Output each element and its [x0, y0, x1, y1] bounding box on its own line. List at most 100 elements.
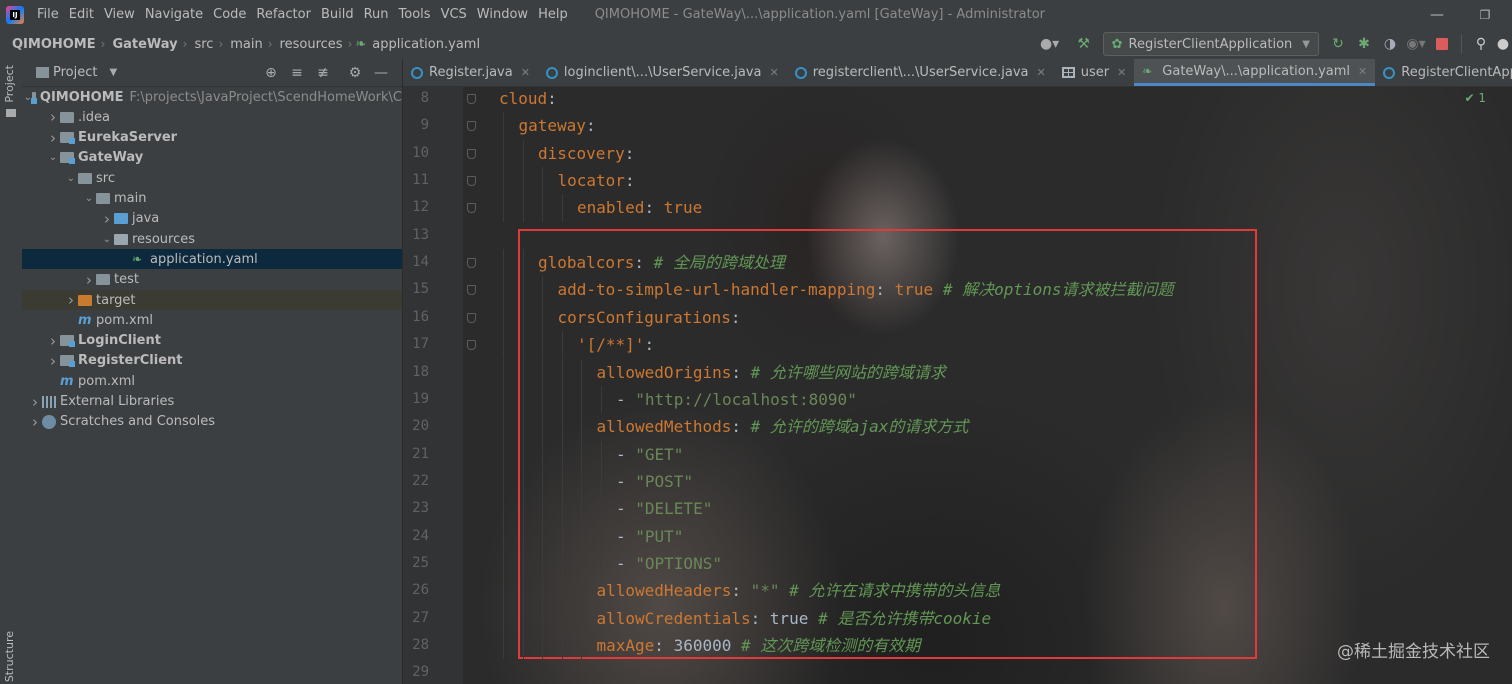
fold-marker-icon[interactable]: [467, 121, 476, 132]
stop-icon[interactable]: [1431, 33, 1453, 55]
tree-node[interactable]: › RegisterClient: [22, 351, 402, 371]
chevron-right-icon[interactable]: ›: [46, 352, 60, 370]
breadcrumb-item[interactable]: QIMOHOME: [8, 37, 98, 52]
restore-button[interactable]: ❐: [1462, 0, 1508, 29]
close-tab-icon[interactable]: ✕: [1036, 66, 1045, 79]
minimize-button[interactable]: —: [1414, 0, 1460, 29]
tree-node[interactable]: › Scratches and Consoles: [22, 412, 402, 432]
tree-node[interactable]: ⌄ resources: [22, 229, 402, 249]
menu-item-edit[interactable]: Edit: [64, 7, 99, 22]
code-token: :: [585, 116, 596, 136]
tree-node[interactable]: ⌄ GateWay: [22, 148, 402, 168]
breadcrumb-item[interactable]: GateWay: [108, 37, 179, 52]
chevron-right-icon[interactable]: ›: [28, 413, 42, 431]
menu-item-view[interactable]: View: [99, 7, 140, 22]
profile-icon[interactable]: ◉▾: [1405, 33, 1427, 55]
chevron-down-icon[interactable]: ⌄: [46, 152, 60, 163]
chevron-down-icon[interactable]: ⌄: [100, 234, 114, 245]
menu-item-navigate[interactable]: Navigate: [140, 7, 208, 22]
menu-item-build[interactable]: Build: [316, 7, 359, 22]
tree-node[interactable]: ❧ application.yaml: [22, 249, 402, 270]
run-configuration-select[interactable]: ✿ RegisterClientApplication ▼: [1102, 32, 1319, 56]
editor-tab[interactable]: loginclient\...\UserService.java ✕: [538, 59, 787, 86]
code-editor[interactable]: 8 9 10 11 12 13 14 15 16 17 18 19 20 21 22 23 24 25 26 27 28…: [403, 87, 1512, 684]
close-tab-icon[interactable]: ✕: [770, 66, 779, 79]
tree-node[interactable]: › External Libraries: [22, 392, 402, 412]
tree-node[interactable]: › LoginClient: [22, 331, 402, 351]
menu-item-file[interactable]: File: [32, 7, 64, 22]
tree-node[interactable]: m pom.xml: [22, 371, 402, 391]
tree-node[interactable]: ⌄ main: [22, 189, 402, 209]
fold-marker-icon[interactable]: [467, 312, 476, 323]
inspection-status[interactable]: ✔ 1: [1464, 91, 1486, 105]
fold-marker-icon[interactable]: [467, 148, 476, 159]
tree-node[interactable]: › target: [22, 290, 402, 310]
tree-node[interactable]: ⌄ QIMOHOME F:\projects\JavaProject\ScendHo…: [22, 87, 402, 107]
tree-node[interactable]: ⌄ src: [22, 168, 402, 188]
chevron-right-icon[interactable]: ›: [28, 393, 42, 411]
settings-icon[interactable]: ⚙: [342, 65, 368, 81]
menu-item-code[interactable]: Code: [208, 7, 251, 22]
fold-marker-icon[interactable]: [467, 258, 476, 269]
editor-tab[interactable]: registerclient\...\UserService.java ✕: [787, 59, 1054, 86]
menu-bar: IJ File Edit View Navigate Code Refactor Build…: [0, 0, 1512, 29]
menu-item-refactor[interactable]: Refactor: [251, 7, 316, 22]
tree-node[interactable]: › test: [22, 270, 402, 290]
module-folder-icon: [60, 335, 75, 348]
close-tab-icon[interactable]: ✕: [1117, 66, 1126, 79]
menu-item-vcs[interactable]: VCS: [436, 7, 472, 22]
structure-tool-tab[interactable]: Structure: [3, 631, 16, 682]
tree-node[interactable]: › EurekaServer: [22, 128, 402, 148]
chevron-down-icon[interactable]: ⌄: [64, 173, 78, 184]
breadcrumb-item[interactable]: main: [226, 37, 264, 52]
indent-guide: [542, 495, 543, 523]
menu-item-run[interactable]: Run: [359, 7, 394, 22]
project-panel-title[interactable]: Project: [53, 65, 97, 80]
intellij-idea-logo-icon[interactable]: IJ: [6, 5, 24, 24]
user-icon[interactable]: ●▾: [1039, 33, 1061, 55]
menu-item-window[interactable]: Window: [472, 7, 533, 22]
hide-icon[interactable]: —: [368, 65, 394, 81]
chevron-right-icon[interactable]: ›: [46, 332, 60, 350]
chevron-right-icon[interactable]: ›: [82, 271, 96, 289]
breadcrumb-item[interactable]: src: [190, 37, 215, 52]
rerun-icon[interactable]: ↻: [1327, 33, 1349, 55]
expand-all-icon[interactable]: ≡: [284, 65, 310, 81]
tree-node[interactable]: › .idea: [22, 107, 402, 127]
chevron-down-icon[interactable]: ▼: [109, 67, 117, 78]
editor-tab[interactable]: user ✕: [1054, 59, 1135, 86]
debug-icon[interactable]: ✱: [1353, 33, 1375, 55]
menu-item-help[interactable]: Help: [533, 7, 573, 22]
more-icon[interactable]: ●: [1496, 33, 1510, 55]
project-tool-tab[interactable]: Project: [3, 65, 16, 103]
editor-tab[interactable]: RegisterClientApplication.java: [1375, 59, 1512, 86]
indent-guide: [503, 467, 504, 496]
collapse-all-icon[interactable]: ≢: [310, 65, 336, 81]
breadcrumb-item[interactable]: resources: [276, 37, 345, 52]
chevron-down-icon[interactable]: ⌄: [82, 193, 96, 204]
tree-node-label: test: [114, 272, 139, 288]
chevron-right-icon[interactable]: ›: [64, 291, 78, 309]
fold-marker-icon[interactable]: [467, 340, 476, 351]
fold-marker-icon[interactable]: [467, 285, 476, 296]
tree-node[interactable]: m pom.xml: [22, 310, 402, 330]
coverage-icon[interactable]: ◑: [1379, 33, 1401, 55]
tree-node[interactable]: › java: [22, 209, 402, 229]
chevron-right-icon[interactable]: ›: [46, 108, 60, 126]
menu-item-tools[interactable]: Tools: [394, 7, 436, 22]
indent-guide: [561, 467, 563, 496]
search-icon[interactable]: ⚲: [1470, 33, 1492, 55]
locate-icon[interactable]: ⊕: [258, 65, 284, 81]
breadcrumb-item[interactable]: application.yaml: [368, 37, 482, 52]
chevron-right-icon[interactable]: ›: [46, 129, 60, 147]
fold-marker-icon[interactable]: [467, 94, 476, 104]
close-tab-icon[interactable]: ✕: [1358, 65, 1367, 78]
chevron-right-icon[interactable]: ›: [100, 210, 114, 228]
editor-tab[interactable]: Register.java ✕: [403, 59, 538, 86]
build-hammer-icon[interactable]: ⚒: [1073, 33, 1095, 55]
editor-tab[interactable]: ❧ GateWay\...\application.yaml ✕: [1134, 59, 1376, 86]
fold-marker-icon[interactable]: [467, 203, 476, 214]
fold-marker-icon[interactable]: [467, 176, 476, 187]
line-number: 27: [412, 609, 429, 626]
close-tab-icon[interactable]: ✕: [521, 66, 530, 79]
